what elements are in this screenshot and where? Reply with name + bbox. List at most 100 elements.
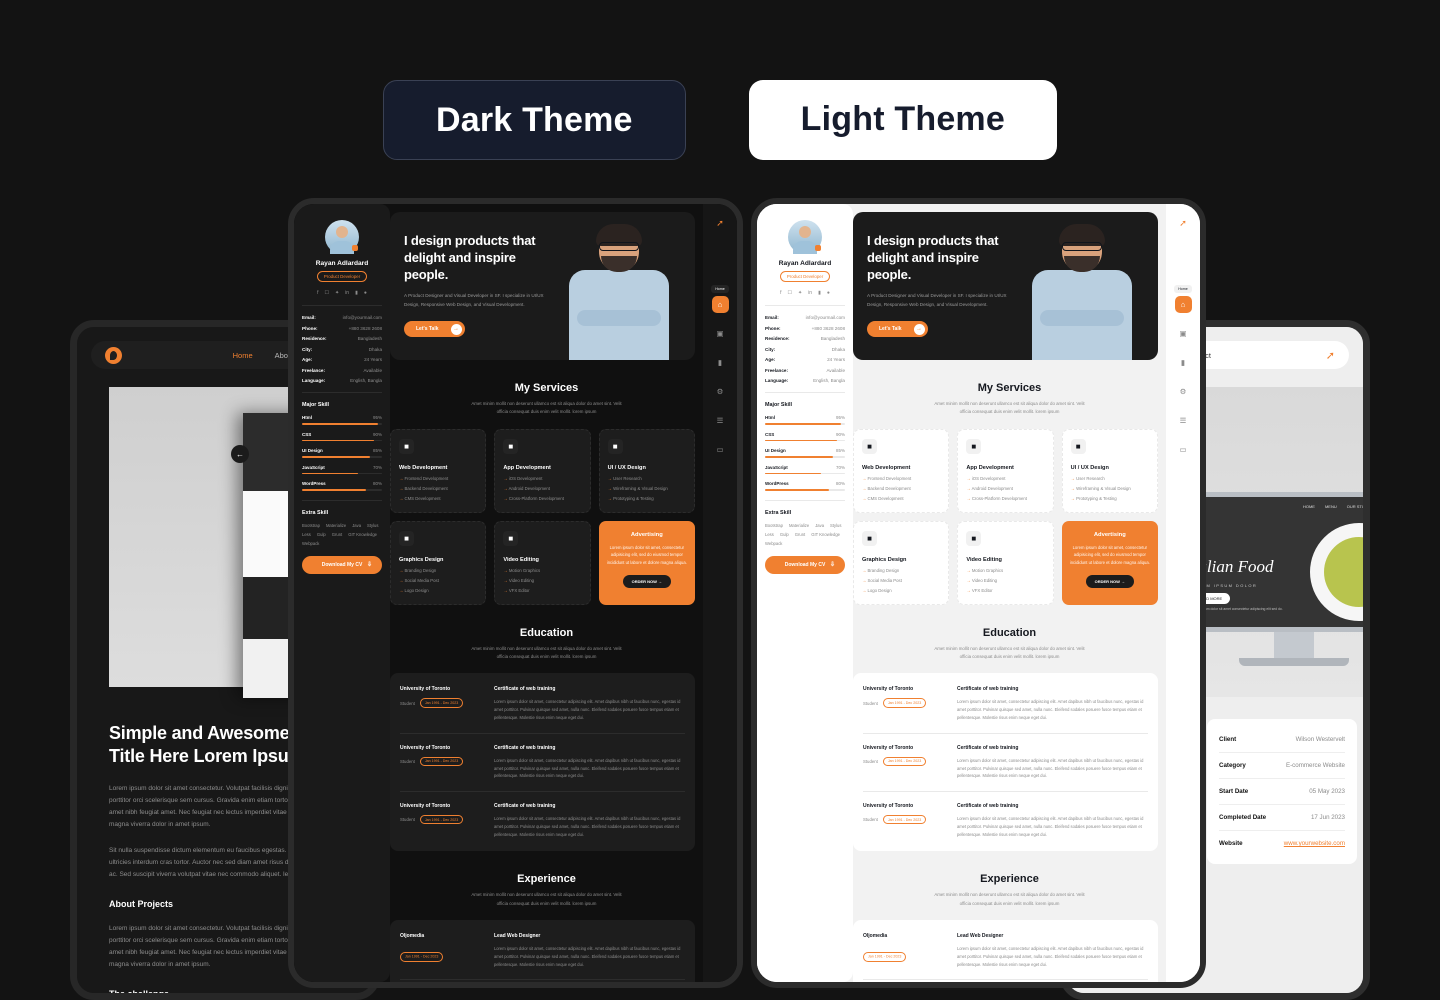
profile-detail-row: Email: info@yourmail.com (765, 315, 845, 320)
service-title: Video Editing (966, 556, 1002, 563)
twitter-icon[interactable]: ✦ (335, 290, 339, 296)
service-card[interactable]: ■ Web Development Frontend Development Ba… (390, 428, 487, 513)
skill-bar: JavaScript 70% (302, 465, 382, 475)
behance-icon[interactable]: ▮ (818, 290, 821, 296)
profile-detail-key: City: (765, 346, 776, 352)
lets-talk-button[interactable]: Let's Talk → (404, 321, 465, 338)
service-card[interactable]: ■ UI / UX Design User Research Wireframin… (598, 428, 695, 513)
nav-link-home[interactable]: Home (233, 351, 253, 360)
service-item: Logo Design (862, 588, 940, 593)
light-theme-pill[interactable]: Light Theme (748, 80, 1057, 160)
school-name: University of Toronto (863, 686, 914, 693)
rail-file-icon[interactable]: ☰ (712, 412, 729, 429)
profile-detail-key: Residence: (302, 336, 327, 341)
download-cv-button[interactable]: Download My CV ⇩ (765, 555, 845, 574)
skill-name: CSS (765, 431, 775, 437)
skill-bar: UI Design 85% (302, 448, 382, 458)
facebook-icon[interactable]: f (780, 290, 781, 296)
service-card[interactable]: ■ Video Editing Motion Graphics Video Edi… (494, 520, 591, 605)
advertising-card[interactable]: Advertising Lorem ipsum dolor sit amet, … (1061, 520, 1158, 605)
skill-bar: CSS 90% (765, 432, 845, 442)
company-name: Oljomedia (863, 933, 888, 940)
extra-skill-tag: Webpack (302, 540, 320, 546)
website-link[interactable]: www.yourwebsite.com (1284, 840, 1345, 847)
service-item: Prototyping & Testing (1071, 496, 1149, 501)
rail-chat-icon[interactable]: ▭ (1175, 441, 1192, 458)
course-description: Lorem ipsum dolor sit amet, consectetur … (957, 757, 1144, 779)
service-icon: ■ (399, 438, 414, 454)
extra-skill-tag: Grunt (794, 531, 806, 537)
service-card[interactable]: ■ UI / UX Design User Research Wireframin… (1061, 428, 1158, 513)
dark-theme-pill[interactable]: Dark Theme (383, 80, 686, 160)
prev-arrow-icon[interactable]: ← (231, 445, 249, 463)
dribbble-icon[interactable]: ● (827, 290, 830, 296)
profile-detail-value: English, Bangla (813, 378, 845, 383)
service-card[interactable]: ■ Graphics Design Branding Design Social … (390, 520, 487, 605)
service-card[interactable]: ■ Video Editing Motion Graphics Video Edi… (957, 520, 1054, 605)
services-subtitle: Amet minim mollit non deserunt ullamco e… (934, 401, 1085, 415)
extra-skill-tag: Gulp (316, 531, 326, 537)
profile-detail-row: Language: English, Bangla (765, 378, 845, 383)
order-now-button[interactable]: ORDER NOW → (1085, 575, 1135, 589)
info-value: E-commerce Website (1285, 762, 1345, 769)
instagram-icon[interactable]: ☐ (325, 290, 329, 296)
education-card: University of Toronto Student Jan 1991 -… (853, 673, 1158, 852)
linkedin-icon[interactable]: in (808, 290, 812, 296)
major-skill-title: Major Skill (302, 402, 329, 408)
info-value: 05 May 2023 (1309, 788, 1345, 795)
rail-grid-icon[interactable]: ▣ (1175, 325, 1192, 342)
course-description: Lorem ipsum dolor sit amet, consectetur … (494, 757, 681, 779)
instagram-icon[interactable]: ☐ (788, 290, 792, 296)
linkedin-icon[interactable]: in (345, 290, 349, 296)
facebook-icon[interactable]: f (317, 290, 318, 296)
service-item: iOS Development (966, 476, 1044, 481)
services-header: My Services Amet minim mollit non deseru… (853, 382, 1166, 417)
extra-skill-tags: Bootstrap Materialize Java Stylus Less G… (765, 523, 845, 546)
service-title: UI / UX Design (607, 464, 646, 471)
lets-talk-button[interactable]: Let's Talk → (867, 321, 928, 338)
service-item: Social Media Post (862, 578, 940, 583)
rail-file-icon[interactable]: ☰ (1175, 412, 1192, 429)
avatar (325, 220, 359, 254)
rail-home-icon[interactable]: ⌂ (1174, 296, 1192, 313)
service-icon: ■ (1070, 438, 1086, 454)
experience-row: Oljomedia Jan 1991 - Dec 2023 Lead Web D… (400, 980, 685, 982)
download-cv-button[interactable]: Download My CV ⇩ (302, 555, 382, 574)
education-card: University of Toronto Student Jan 1991 -… (390, 673, 695, 852)
info-row: Start Date 05 May 2023 (1219, 779, 1345, 805)
twitter-icon[interactable]: ✦ (798, 290, 802, 296)
profile-detail-key: Freelance: (765, 367, 788, 373)
skill-bar: Html 95% (765, 415, 845, 425)
rail-briefcase-icon[interactable]: ▮ (712, 354, 729, 371)
service-icon: ■ (966, 438, 982, 454)
services-subtitle: Amet minim mollit non deserunt ullamco e… (471, 401, 622, 415)
service-item: Backend Development (399, 486, 477, 491)
dribbble-icon[interactable]: ● (364, 290, 367, 296)
service-card[interactable]: ■ App Development iOS Development Android… (957, 428, 1054, 513)
behance-icon[interactable]: ▮ (355, 290, 358, 296)
experience-card: Oljomedia Jan 1991 - Dec 2023 Lead Web D… (853, 920, 1158, 982)
rail-chat-icon[interactable]: ▭ (712, 441, 729, 458)
job-title: Lead Web Designer (957, 933, 1004, 940)
service-card[interactable]: ■ Graphics Design Branding Design Social … (853, 520, 950, 605)
advertising-card[interactable]: Advertising Lorem ipsum dolor sit amet, … (598, 520, 695, 605)
rail-gear-icon[interactable]: ⚙ (712, 383, 729, 400)
service-card[interactable]: ■ App Development iOS Development Android… (494, 428, 591, 513)
order-now-button[interactable]: ORDER NOW → (622, 575, 672, 589)
rail-briefcase-icon[interactable]: ▮ (1175, 354, 1192, 371)
info-key: Start Date (1219, 788, 1249, 795)
profile-detail-key: Residence: (765, 336, 790, 341)
job-description: Lorem ipsum dolor sit amet, consectetur … (957, 946, 1144, 967)
extra-skill-title: Extra Skill (302, 509, 329, 516)
education-row: University of Toronto Student Jan 1991 -… (863, 734, 1148, 793)
rail-gear-icon[interactable]: ⚙ (1175, 383, 1192, 400)
extra-skill-tag: Java (352, 522, 362, 528)
course-description: Lorem ipsum dolor sit amet, consectetur … (957, 699, 1144, 720)
skill-percent: 70% (372, 464, 382, 470)
service-card[interactable]: ■ Web Development Frontend Development Ba… (853, 428, 950, 513)
rail-grid-icon[interactable]: ▣ (712, 325, 729, 342)
education-subtitle: Amet minim mollit non deserunt ullamco e… (934, 645, 1085, 660)
extra-skill-tag: GIT Knowledge (811, 531, 840, 537)
service-item: Backend Development (862, 486, 940, 491)
rail-home-icon[interactable]: ⌂ (711, 296, 729, 313)
